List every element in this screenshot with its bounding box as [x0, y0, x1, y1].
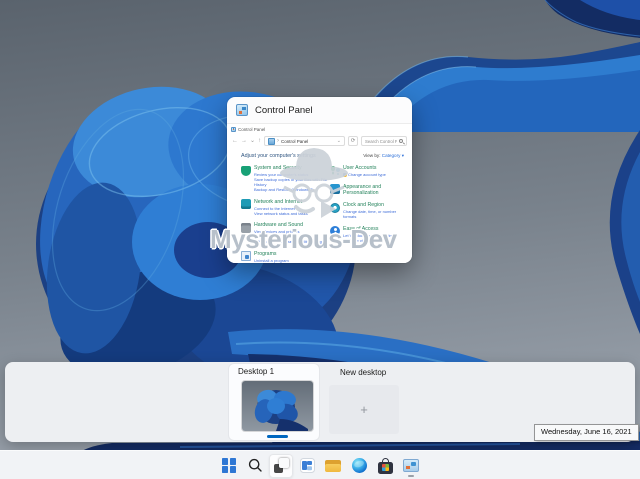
active-desktop-indicator	[267, 435, 288, 438]
view-by-caret-icon: ▾	[402, 153, 404, 158]
control-panel-taskbar-button[interactable]	[399, 454, 423, 478]
view-by-value: Category	[382, 153, 401, 158]
running-app-indicator	[408, 475, 414, 477]
recent-pages-icon: ⌄	[250, 138, 255, 144]
task-link: Change date, time, or number formats	[343, 209, 404, 219]
date-tooltip: Wednesday, June 16, 2021	[534, 424, 639, 441]
desktop-1-thumbnail[interactable]	[242, 381, 313, 431]
network-monitor-icon	[241, 199, 251, 209]
view-by: View by: Category ▾	[363, 153, 404, 159]
forward-icon: →	[241, 138, 247, 144]
control-panel-icon	[403, 459, 419, 472]
new-desktop-label: New desktop	[340, 368, 386, 377]
window-title: Control Panel	[238, 127, 265, 132]
file-explorer-button[interactable]	[321, 454, 345, 478]
screen: Control Panel Control Panel ← → ⌄ ↑ › Co…	[0, 0, 640, 479]
category-title: Clock and Region	[343, 202, 404, 208]
search-icon	[399, 139, 403, 143]
desktop-thumbnail-wallpaper	[242, 381, 313, 431]
control-panel-icon	[268, 138, 275, 145]
new-desktop-button[interactable]: +	[329, 385, 399, 434]
folder-icon	[325, 459, 341, 472]
category-title: Appearance and Personalization	[343, 184, 404, 196]
taskbar: 1:32 PM Wednesday 6/16/2021	[0, 450, 640, 479]
spy-watermark-icon	[276, 141, 352, 227]
task-view-icon	[274, 458, 289, 473]
search-placeholder: Search Control Panel	[365, 139, 397, 144]
task-view-button[interactable]	[269, 454, 293, 478]
view-by-label: View by:	[363, 153, 380, 158]
store-bag-icon	[378, 458, 393, 474]
microsoft-store-button[interactable]	[373, 454, 397, 478]
control-panel-icon	[231, 127, 236, 132]
search-box: Search Control Panel	[361, 136, 407, 146]
search-icon	[248, 458, 263, 473]
plus-icon: +	[360, 403, 368, 416]
task-link: Uninstall a program	[254, 258, 289, 263]
search-button[interactable]	[243, 454, 267, 478]
preview-card-title: Control Panel	[255, 105, 313, 116]
widgets-icon	[300, 458, 315, 473]
edge-icon	[352, 458, 367, 473]
shield-icon	[241, 166, 251, 176]
start-button[interactable]	[217, 454, 241, 478]
edge-button[interactable]	[347, 454, 371, 478]
up-icon: ↑	[258, 138, 261, 144]
back-icon: ←	[232, 138, 238, 144]
windows-logo-icon	[222, 458, 236, 472]
widgets-button[interactable]	[295, 454, 319, 478]
preview-card-titlebar: Control Panel	[227, 97, 412, 123]
window-titlebar: Control Panel	[227, 124, 412, 134]
control-panel-icon	[236, 104, 248, 116]
desktop-1-label: Desktop 1	[238, 367, 274, 376]
watermark-text: Mysterious-Dev	[210, 224, 397, 255]
taskbar-icon-group	[217, 451, 423, 479]
